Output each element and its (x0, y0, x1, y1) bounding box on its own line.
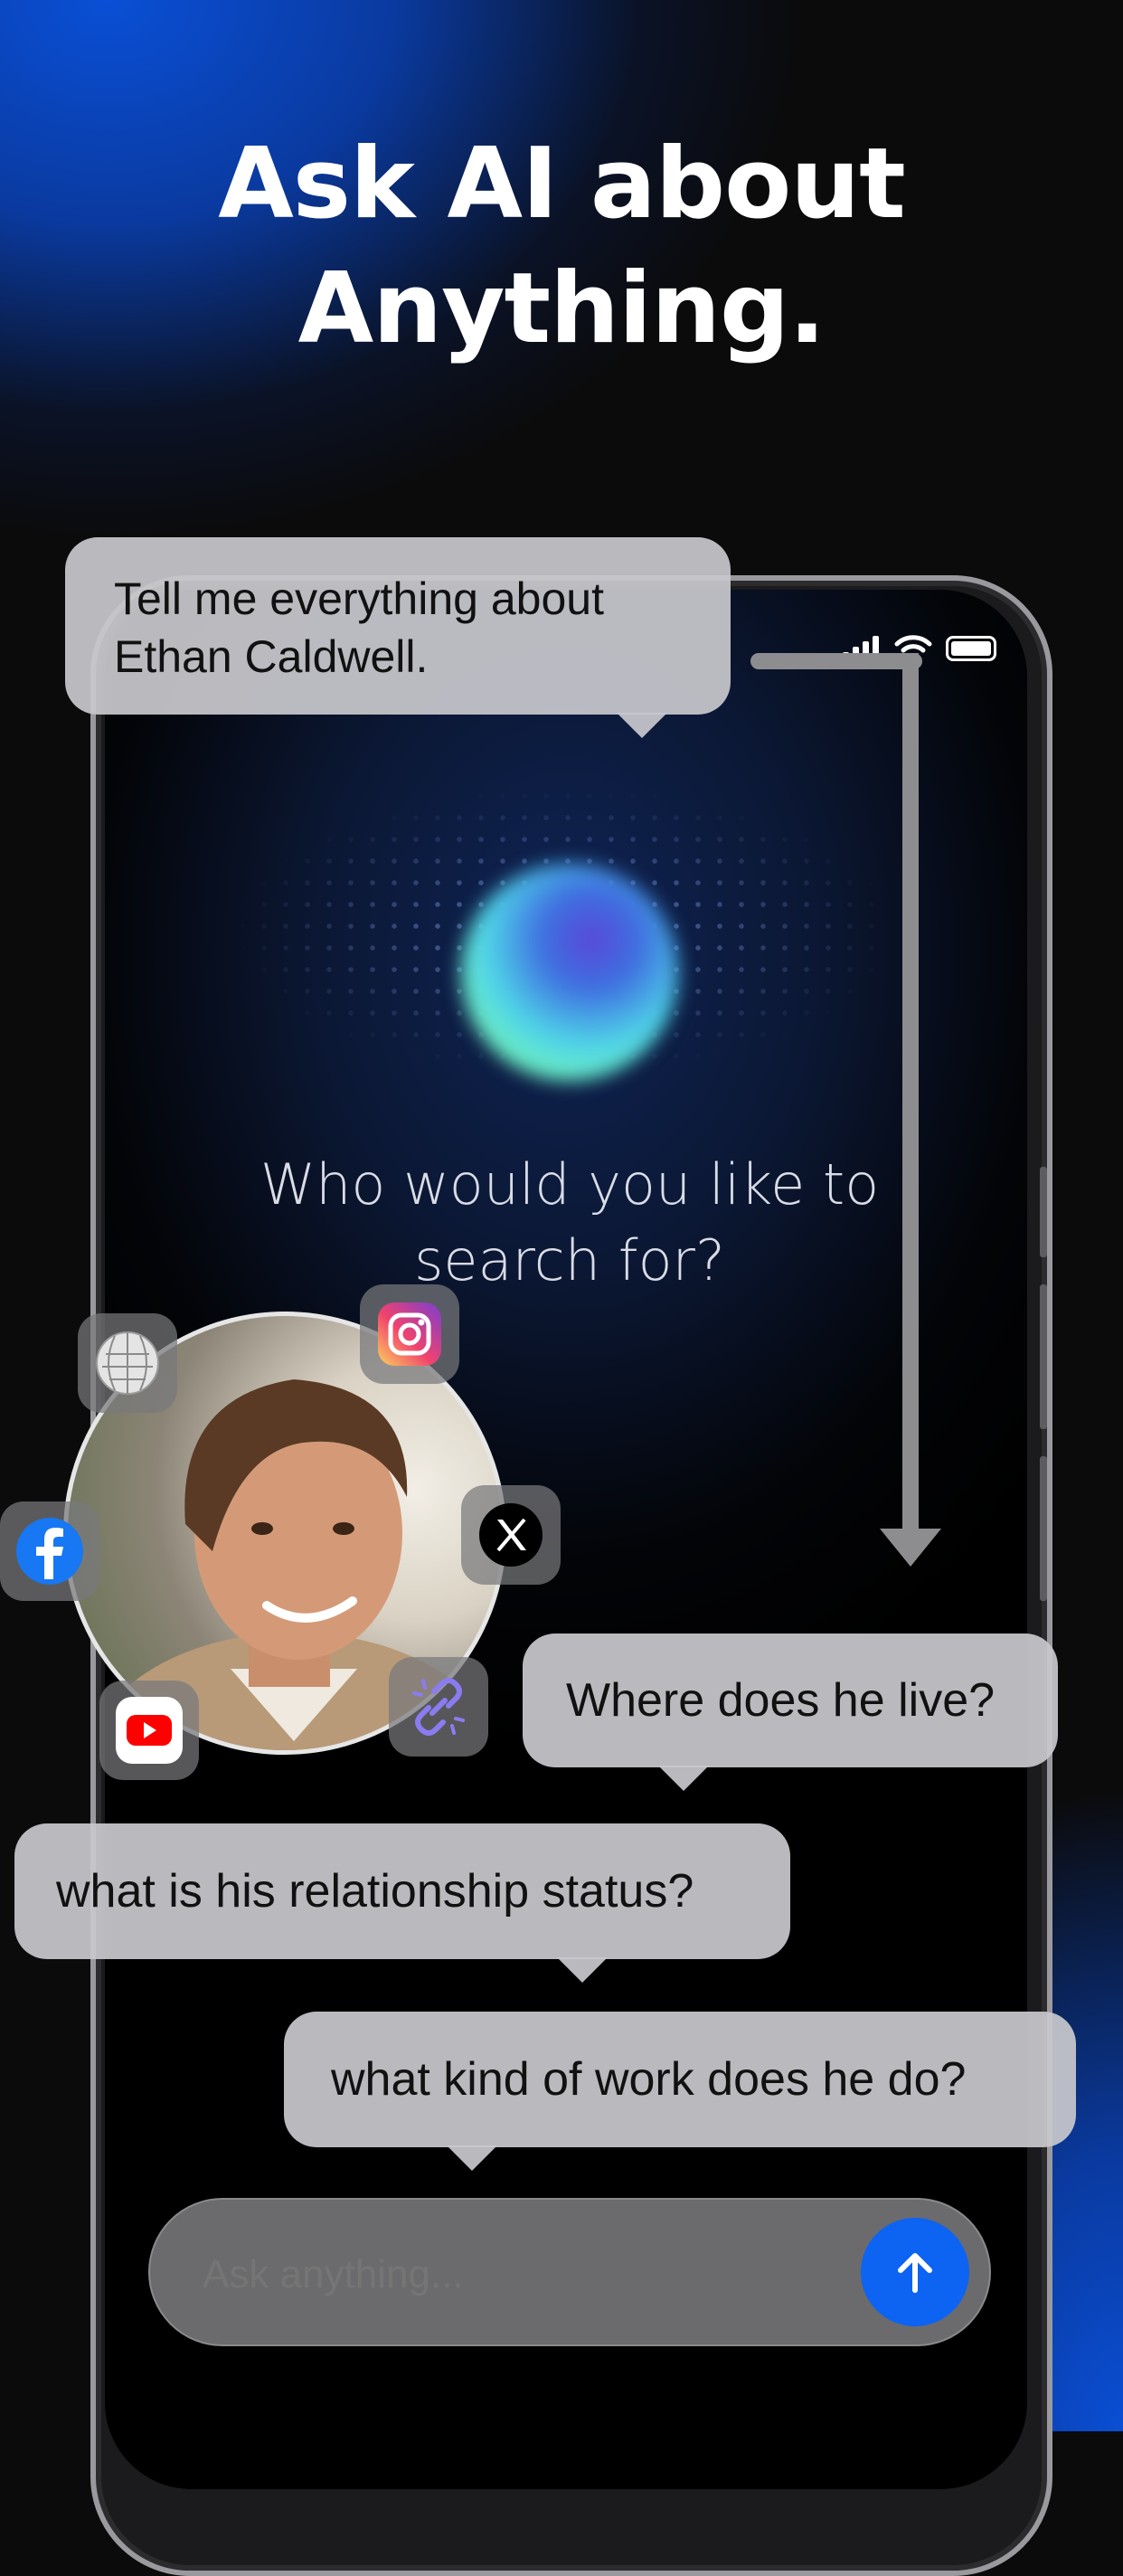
ask-input-bar (148, 2198, 991, 2350)
phone-volume-up (1040, 1284, 1047, 1429)
youtube-icon (116, 1697, 183, 1764)
instagram-icon (378, 1302, 441, 1366)
question-bubble-work: what kind of work does he do? (284, 2012, 1076, 2171)
question-bubble-main: Tell me everything about Ethan Caldwell. (65, 537, 731, 738)
wikipedia-icon (96, 1331, 159, 1395)
facebook-tile (0, 1501, 99, 1601)
flow-arrow-shaft (902, 653, 919, 1539)
link-tile (389, 1657, 488, 1757)
flow-arrow-head (880, 1529, 941, 1567)
flow-arrow-top (750, 653, 922, 669)
ai-orb (461, 864, 678, 1081)
facebook-icon (16, 1518, 83, 1585)
headline: Ask AI about Anything. (0, 122, 1123, 372)
headline-line-2: Anything. (297, 252, 826, 365)
search-prompt: Who would you like to search for? (260, 1151, 880, 1293)
ask-input[interactable] (201, 2200, 837, 2350)
question-bubble-relationship: what is his relationship status? (14, 1823, 790, 1983)
x-icon (479, 1503, 543, 1567)
send-arrow-icon (898, 2253, 932, 2293)
send-button[interactable] (861, 2218, 969, 2326)
instagram-tile (360, 1284, 459, 1384)
link-icon (412, 1678, 465, 1736)
question-bubble-location: Where does he live? (523, 1634, 1058, 1791)
phone-volume-down (1040, 1456, 1047, 1601)
headline-line-1: Ask AI about (218, 128, 906, 241)
battery-icon (946, 636, 996, 661)
wikipedia-tile (78, 1313, 177, 1413)
x-tile (461, 1485, 561, 1585)
youtube-tile (99, 1681, 199, 1780)
phone-side-button (1040, 1167, 1047, 1257)
